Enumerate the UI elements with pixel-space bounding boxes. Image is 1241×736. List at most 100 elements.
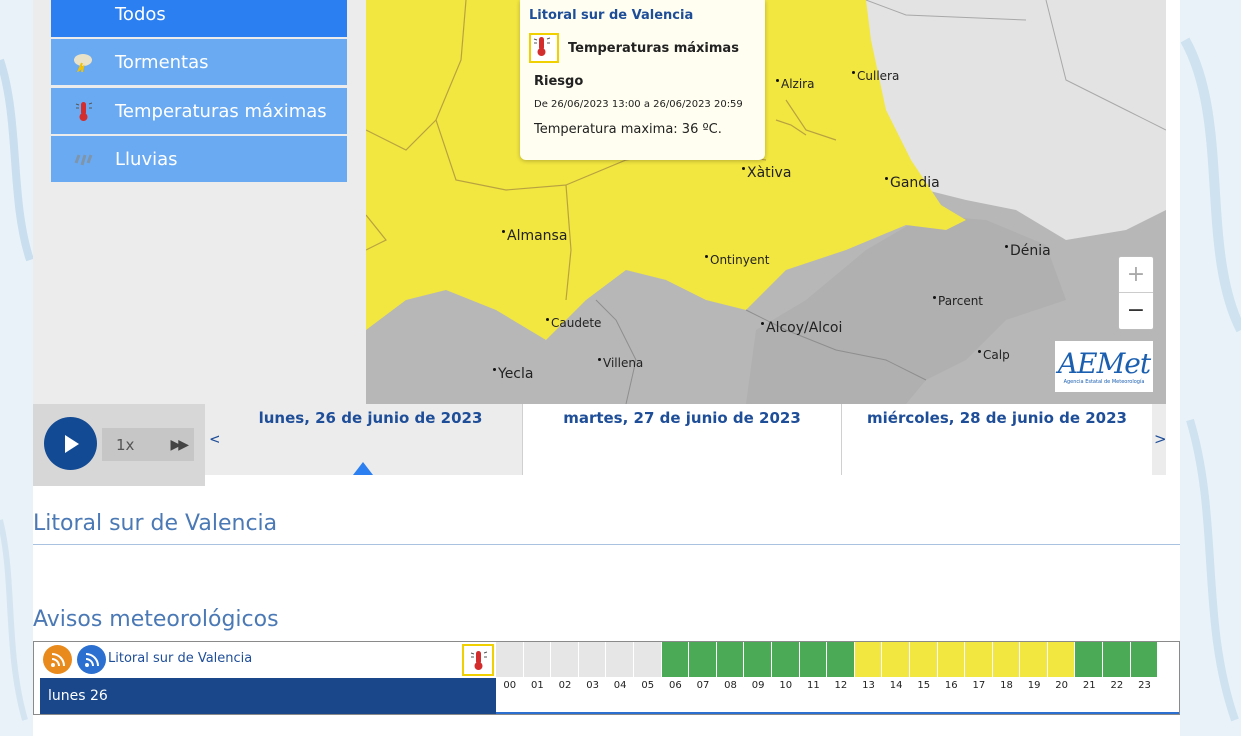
hour-label: 02 — [558, 680, 572, 691]
fast-forward-icon[interactable]: ▶▶ — [170, 437, 188, 453]
hour-level-cell — [551, 642, 578, 677]
city-label: Alzira — [776, 77, 814, 91]
warnings-region-link[interactable]: Litoral sur de Valencia — [108, 651, 252, 666]
hour-label: 12 — [834, 680, 848, 691]
hour-label: 04 — [613, 680, 627, 691]
play-button[interactable] — [44, 417, 97, 470]
hour-level-cell — [661, 642, 689, 677]
hour-level-cell — [799, 642, 827, 677]
warnings-title: Avisos meteorológicos — [33, 607, 279, 632]
animation-player: 1x ▶▶ — [33, 404, 205, 486]
city-label: Cullera — [852, 69, 899, 83]
city-label: Almansa — [502, 228, 567, 244]
hour-label: 16 — [944, 680, 958, 691]
hour-label: 15 — [917, 680, 931, 691]
city-label: Parcent — [933, 294, 983, 308]
menu-item-tormentas[interactable]: Tormentas — [51, 39, 347, 85]
hour-label: 11 — [806, 680, 820, 691]
city-label: Xàtiva — [742, 165, 791, 181]
aemet-logo: AEMet Agencia Estatal de Meteorología — [1055, 341, 1153, 392]
hour-level-cell — [716, 642, 744, 677]
zoom-out-button[interactable]: − — [1119, 293, 1153, 328]
hour-level-cell — [633, 642, 661, 677]
speed-label: 1x — [116, 435, 135, 454]
hour-labels: 00 01 02 03 04 05 06 07 08 09 10 11 12 13 14 15 16 17 18 19… — [496, 680, 1158, 691]
city-label: Calp — [978, 348, 1010, 362]
warnings-table: Litoral sur de Valencia 00 01 02 03 04 05 06 07… — [33, 641, 1180, 715]
hour-level-cell — [578, 642, 606, 677]
hour-label: 05 — [641, 680, 655, 691]
hour-label: 08 — [724, 680, 737, 691]
hour-level-cell — [1130, 642, 1158, 677]
hour-level-cell — [1075, 642, 1103, 677]
timeline-bar: 1x ▶▶ < lunes, 26 de junio de 2023 marte… — [33, 404, 1167, 486]
popup-warning-type: Temperaturas máximas — [568, 41, 739, 56]
hour-label: 20 — [1055, 680, 1069, 691]
next-day-arrow[interactable]: > — [1154, 430, 1167, 448]
hour-level-cell — [937, 642, 965, 677]
hour-label: 06 — [668, 680, 682, 691]
speed-control[interactable]: 1x ▶▶ — [102, 428, 194, 461]
warning-popup: Litoral sur de Valencia Temperaturas máx… — [520, 0, 765, 160]
popup-title: Litoral sur de Valencia — [529, 8, 694, 23]
warning-map[interactable]: Alzira Cullera Xàtiva Gandia Almansa Ont… — [366, 0, 1166, 404]
hour-level-cell — [1103, 642, 1130, 677]
menu-item-temperaturas-maximas[interactable]: Temperaturas máximas — [51, 88, 347, 134]
hour-label: 22 — [1110, 680, 1124, 691]
zoom-control: + − — [1118, 256, 1154, 330]
hour-level-cell — [1047, 642, 1075, 677]
hour-label: 14 — [889, 680, 903, 691]
thermometer-icon — [51, 100, 115, 122]
zoom-in-button[interactable]: + — [1119, 257, 1153, 293]
current-day-marker — [353, 462, 373, 475]
day-tab[interactable]: martes, 27 de junio de 2023 — [523, 404, 841, 475]
hour-level-cell — [882, 642, 909, 677]
rss-icon[interactable] — [77, 645, 106, 674]
hour-level-cell — [909, 642, 937, 677]
hour-label: 19 — [1027, 680, 1041, 691]
map-terrain — [366, 0, 1166, 404]
hour-level-cell — [771, 642, 799, 677]
hour-level-cell — [606, 642, 633, 677]
hour-label: 17 — [972, 680, 986, 691]
menu-item-label: Lluvias — [115, 148, 178, 170]
day-tab[interactable]: miércoles, 28 de junio de 2023 — [842, 404, 1152, 475]
hourly-levels — [496, 642, 1158, 677]
city-label: Gandia — [885, 175, 940, 191]
hour-label: 13 — [862, 680, 875, 691]
thermometer-icon — [529, 33, 559, 63]
hour-label: 10 — [779, 680, 793, 691]
hour-label: 07 — [696, 680, 710, 691]
thermometer-icon — [462, 644, 494, 676]
menu-item-lluvias[interactable]: Lluvias — [51, 136, 347, 182]
divider — [33, 544, 1180, 545]
table-underline — [496, 712, 1179, 714]
hour-label: 09 — [751, 680, 765, 691]
day-label: lunes 26 — [40, 678, 496, 714]
rss-icon[interactable] — [43, 645, 72, 674]
hour-label: 00 — [503, 680, 517, 691]
hour-level-cell — [1020, 642, 1047, 677]
hour-level-cell — [854, 642, 882, 677]
menu-item-label: Todos — [115, 3, 166, 25]
region-title: Litoral sur de Valencia — [33, 511, 278, 536]
hour-label: 01 — [531, 680, 544, 691]
hour-level-cell — [689, 642, 716, 677]
city-label: Villena — [598, 356, 643, 370]
hour-label: 03 — [586, 680, 599, 691]
warning-type-menu: Todos Tormentas Temperaturas máximas Llu… — [33, 0, 366, 404]
popup-level: Riesgo — [534, 74, 584, 89]
day-selector: < lunes, 26 de junio de 2023 martes, 27 … — [205, 404, 1167, 475]
hour-level-cell — [523, 642, 551, 677]
rain-icon — [51, 149, 115, 169]
city-label: Yecla — [493, 366, 533, 382]
city-label: Alcoy/Alcoi — [761, 320, 842, 336]
city-label: Caudete — [546, 316, 601, 330]
play-icon — [64, 434, 79, 453]
hour-level-cell — [744, 642, 771, 677]
city-label: Ontinyent — [705, 253, 770, 267]
city-label: Dénia — [1005, 243, 1051, 259]
menu-item-todos[interactable]: Todos — [51, 0, 347, 37]
popup-detail: Temperatura maxima: 36 ºC. — [534, 122, 722, 137]
menu-item-label: Temperaturas máximas — [115, 100, 327, 122]
